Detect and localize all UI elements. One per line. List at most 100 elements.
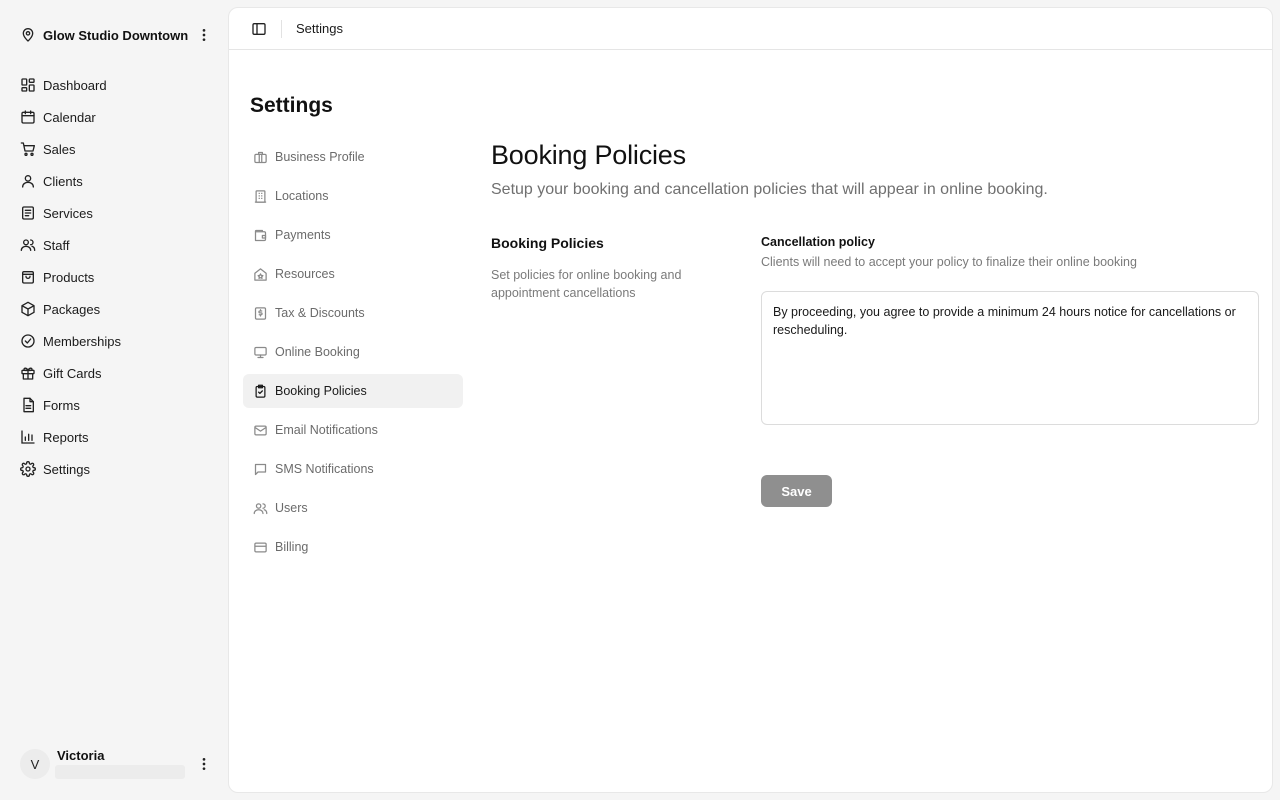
section-title: Booking Policies <box>491 235 604 251</box>
save-button[interactable]: Save <box>761 475 832 507</box>
building-icon <box>253 189 268 204</box>
settings-item-label: SMS Notifications <box>275 462 374 476</box>
nav-item-calendar[interactable]: Calendar <box>20 106 210 128</box>
settings-item-label: Online Booking <box>275 345 360 359</box>
receipt-icon <box>253 306 268 321</box>
user-menu[interactable]: V Victoria <box>20 746 212 782</box>
nav-item-label: Clients <box>43 173 83 189</box>
nav-item-reports[interactable]: Reports <box>20 426 210 448</box>
settings-item-label: Business Profile <box>275 150 365 164</box>
nav-item-gift-cards[interactable]: Gift Cards <box>20 362 210 384</box>
main-nav: Dashboard Calendar Sales Clients Service… <box>20 74 210 490</box>
cancellation-policy-label: Cancellation policy <box>761 235 875 249</box>
settings-item-label: Tax & Discounts <box>275 306 365 320</box>
booking-policies-content: Booking Policies Setup your booking and … <box>491 140 1261 507</box>
nav-item-label: Calendar <box>43 109 96 125</box>
location-menu-icon[interactable] <box>196 27 212 43</box>
users-icon <box>253 501 268 516</box>
user-menu-icon[interactable] <box>196 756 212 772</box>
settings-item-label: Payments <box>275 228 331 242</box>
settings-item-business-profile[interactable]: Business Profile <box>243 140 463 174</box>
nav-item-label: Services <box>43 205 93 221</box>
nav-item-label: Memberships <box>43 333 122 349</box>
bag-icon <box>20 269 36 285</box>
topbar: Settings <box>229 8 1272 50</box>
users-icon <box>20 237 36 253</box>
wallet-icon <box>253 228 268 243</box>
nav-item-dashboard[interactable]: Dashboard <box>20 74 210 96</box>
settings-item-tax-discounts[interactable]: Tax & Discounts <box>243 296 463 330</box>
breadcrumb: Settings <box>296 21 343 36</box>
settings-item-online-booking[interactable]: Online Booking <box>243 335 463 369</box>
settings-title: Settings <box>250 94 333 117</box>
cart-icon <box>20 141 36 157</box>
page-heading: Booking Policies <box>491 140 686 170</box>
settings-item-locations[interactable]: Locations <box>243 179 463 213</box>
settings-item-billing[interactable]: Billing <box>243 530 463 564</box>
avatar: V <box>20 749 50 779</box>
settings-item-label: Email Notifications <box>275 423 378 437</box>
nav-item-label: Products <box>43 269 95 285</box>
nav-item-label: Reports <box>43 429 89 445</box>
nav-item-settings[interactable]: Settings <box>20 458 210 480</box>
dashboard-icon <box>20 77 36 93</box>
settings-item-users[interactable]: Users <box>243 491 463 525</box>
package-icon <box>20 301 36 317</box>
user-icon <box>20 173 36 189</box>
nav-item-label: Gift Cards <box>43 365 102 381</box>
settings-item-booking-policies[interactable]: Booking Policies <box>243 374 463 408</box>
settings-item-email-notifications[interactable]: Email Notifications <box>243 413 463 447</box>
form-icon <box>20 397 36 413</box>
settings-item-sms-notifications[interactable]: SMS Notifications <box>243 452 463 486</box>
app-sidebar: Glow Studio Downtown Dashboard Calendar … <box>0 0 228 800</box>
user-info: Victoria <box>55 746 196 782</box>
gear-icon <box>20 461 36 477</box>
page-subheading: Setup your booking and cancellation poli… <box>491 181 1048 198</box>
nav-item-packages[interactable]: Packages <box>20 298 210 320</box>
settings-nav: Business Profile Locations Payments Reso… <box>243 140 463 569</box>
nav-item-label: Forms <box>43 397 80 413</box>
calendar-icon <box>20 109 36 125</box>
briefcase-icon <box>253 150 268 165</box>
nav-item-label: Sales <box>43 141 76 157</box>
user-name: Victoria <box>57 748 105 763</box>
nav-item-label: Settings <box>43 461 90 477</box>
nav-item-memberships[interactable]: Memberships <box>20 330 210 352</box>
settings-item-label: Booking Policies <box>275 384 367 398</box>
mail-icon <box>253 423 268 438</box>
cancellation-policy-field: Cancellation policy Clients will need to… <box>761 235 1259 507</box>
map-pin-icon <box>20 27 36 43</box>
settings-item-label: Resources <box>275 267 335 281</box>
clipboard-check-icon <box>253 384 268 399</box>
location-name: Glow Studio Downtown <box>43 27 189 43</box>
settings-item-resources[interactable]: Resources <box>243 257 463 291</box>
cancellation-policy-help: Clients will need to accept your policy … <box>761 255 1137 269</box>
sidebar-toggle-icon[interactable] <box>251 21 267 37</box>
nav-item-label: Dashboard <box>43 77 107 93</box>
nav-item-label: Packages <box>43 301 101 317</box>
list-icon <box>20 205 36 221</box>
main-panel: Settings Settings Business Profile Locat… <box>228 7 1273 793</box>
cancellation-policy-input[interactable]: By proceeding, you agree to provide a mi… <box>761 291 1259 425</box>
nav-item-label: Staff <box>43 237 70 253</box>
monitor-icon <box>253 345 268 360</box>
user-email-placeholder <box>55 765 185 779</box>
nav-item-clients[interactable]: Clients <box>20 170 210 192</box>
location-switcher[interactable]: Glow Studio Downtown <box>20 24 212 46</box>
nav-item-products[interactable]: Products <box>20 266 210 288</box>
settings-item-payments[interactable]: Payments <box>243 218 463 252</box>
settings-item-label: Users <box>275 501 308 515</box>
chart-icon <box>20 429 36 445</box>
gift-icon <box>20 365 36 381</box>
message-icon <box>253 462 268 477</box>
badge-check-icon <box>20 333 36 349</box>
settings-item-label: Locations <box>275 189 329 203</box>
nav-item-forms[interactable]: Forms <box>20 394 210 416</box>
nav-item-services[interactable]: Services <box>20 202 210 224</box>
settings-item-label: Billing <box>275 540 309 554</box>
home-icon <box>253 267 268 282</box>
topbar-divider <box>281 19 282 38</box>
nav-item-staff[interactable]: Staff <box>20 234 210 256</box>
credit-card-icon <box>253 540 268 555</box>
nav-item-sales[interactable]: Sales <box>20 138 210 160</box>
